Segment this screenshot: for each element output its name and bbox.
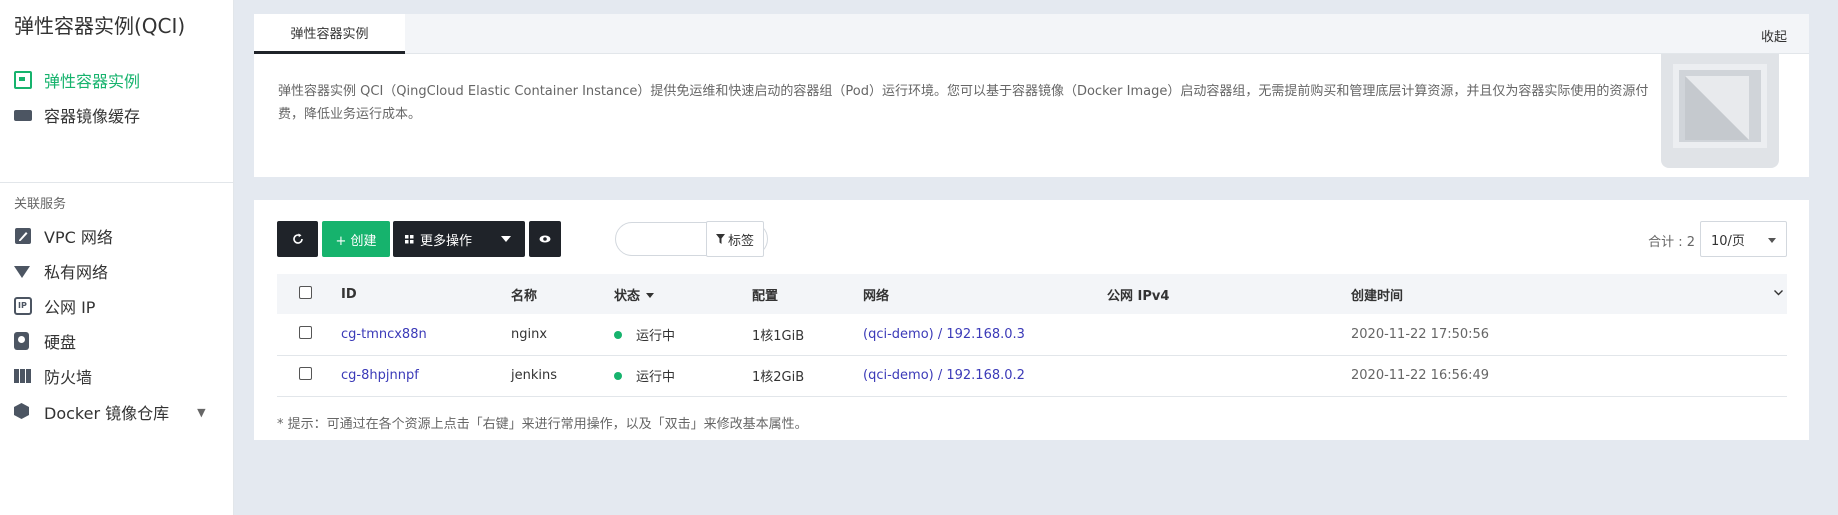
chevron-down-icon <box>501 236 511 242</box>
create-button[interactable]: + 创建 <box>322 221 390 257</box>
sidebar-title: 弹性容器实例(QCI) <box>14 14 186 38</box>
sort-caret-icon[interactable] <box>646 292 655 298</box>
instance-config: 1核1GiB <box>752 328 805 344</box>
related-services-label: 关联服务 <box>14 197 67 212</box>
instance-list-card: + 创建 更多操作 标签 合计 : 2 10/页 ID 名称 状态 配置 网络 … <box>254 200 1809 440</box>
select-all-checkbox[interactable] <box>299 285 312 299</box>
sidebar-item-qci-instances[interactable]: 弹性容器实例 <box>14 67 140 93</box>
column-eip: 公网 IPv4 <box>1107 288 1170 304</box>
sidebar-item-label: Docker 镜像仓库 <box>44 404 170 423</box>
instance-name: jenkins <box>511 368 558 383</box>
table-row[interactable]: cg-tmncx88n nginx 运行中 1核1GiB (qci-demo) … <box>277 314 1787 355</box>
intro-card: 弹性容器实例 收起 弹性容器实例 QCI（QingCloud Elastic C… <box>254 14 1809 177</box>
instance-created: 2020-11-22 16:56:49 <box>1351 368 1490 383</box>
firewall-icon <box>14 367 32 385</box>
more-actions-label: 更多操作 <box>420 233 473 249</box>
instance-eip <box>1107 355 1351 396</box>
tab-qci-instances[interactable]: 弹性容器实例 <box>254 14 405 54</box>
sidebar-item-label: VPC 网络 <box>44 228 113 247</box>
column-created: 创建时间 <box>1351 274 1787 314</box>
status-badge: 运行中 <box>636 328 676 344</box>
sidebar-item-label: 公网 IP <box>44 298 96 317</box>
illustration-graphic <box>1685 76 1749 140</box>
sidebar-item-label: 硬盘 <box>44 333 77 352</box>
network-link[interactable]: (qci-demo) / 192.168.0.2 <box>863 368 1025 383</box>
wifi-icon <box>14 262 32 280</box>
sidebar-item-public-ip[interactable]: IP 公网 IP <box>14 293 95 319</box>
instance-table: ID 名称 状态 配置 网络 公网 IPv4 创建时间 cg-tmncx88n … <box>277 274 1787 397</box>
cache-icon <box>14 106 32 124</box>
instance-id-link[interactable]: cg-8hpjnnpf <box>341 368 419 383</box>
chevron-down-icon <box>1768 238 1776 243</box>
total-count: 合计 : 2 <box>1648 235 1695 250</box>
instance-config: 1核2GiB <box>752 370 805 385</box>
tag-filter-button[interactable]: 标签 <box>706 221 764 257</box>
usage-hint: * 提示：可通过在各个资源上点击「右键」来进行常用操作，以及「双击」来修改基本属… <box>277 417 808 432</box>
sidebar-item-label: 弹性容器实例 <box>44 72 141 91</box>
chevron-down-icon[interactable]: ▼ <box>197 406 205 419</box>
sidebar-item-private-network[interactable]: 私有网络 <box>14 258 108 284</box>
sidebar-item-docker-registry[interactable]: Docker 镜像仓库 ▼ <box>14 399 206 425</box>
tab-strip: 弹性容器实例 收起 <box>254 14 1809 54</box>
instance-name: nginx <box>511 326 548 342</box>
column-network: 网络 <box>863 288 890 304</box>
eye-icon <box>539 235 551 243</box>
instance-id-link[interactable]: cg-tmncx88n <box>341 327 427 342</box>
intro-description: 弹性容器实例 QCI（QingCloud Elastic Container I… <box>278 84 1649 122</box>
column-id: ID <box>341 286 357 302</box>
row-checkbox[interactable] <box>299 325 312 339</box>
tag-filter-label: 标签 <box>727 233 754 249</box>
sidebar-item-firewall[interactable]: 防火墙 <box>14 363 92 389</box>
status-dot <box>614 372 622 380</box>
sidebar-item-disk[interactable]: 硬盘 <box>14 328 76 354</box>
column-name: 名称 <box>511 288 538 304</box>
grid-icon <box>405 234 414 243</box>
status-badge: 运行中 <box>636 370 676 385</box>
more-actions-button[interactable]: 更多操作 <box>393 221 525 257</box>
filter-icon <box>715 234 725 244</box>
cube-icon <box>14 403 32 421</box>
toolbar: + 创建 更多操作 标签 合计 : 2 10/页 <box>277 221 1787 257</box>
column-settings-chevron-icon[interactable] <box>1774 289 1783 296</box>
sidebar-item-vpc[interactable]: VPC 网络 <box>14 223 113 249</box>
toggle-view-button[interactable] <box>529 221 561 257</box>
instance-eip <box>1107 314 1351 355</box>
sidebar-item-label: 防火墙 <box>44 368 93 387</box>
intro-illustration <box>1661 54 1779 168</box>
pencil-icon <box>14 227 32 245</box>
sidebar-item-image-cache[interactable]: 容器镜像缓存 <box>14 102 140 128</box>
row-checkbox[interactable] <box>299 367 312 380</box>
instance-created: 2020-11-22 17:50:56 <box>1351 326 1490 342</box>
table-header-row: ID 名称 状态 配置 网络 公网 IPv4 创建时间 <box>277 274 1787 314</box>
sidebar-divider <box>0 182 234 183</box>
sidebar-item-label: 容器镜像缓存 <box>44 107 141 126</box>
ip-icon: IP <box>14 297 32 315</box>
sidebar-item-label: 私有网络 <box>44 263 109 282</box>
status-dot <box>614 330 622 339</box>
refresh-icon <box>292 233 303 244</box>
image-icon <box>14 71 32 89</box>
network-link[interactable]: (qci-demo) / 192.168.0.3 <box>863 327 1025 342</box>
column-status[interactable]: 状态 <box>614 274 752 314</box>
collapse-link[interactable]: 收起 <box>1761 26 1787 45</box>
sidebar: 弹性容器实例(QCI) 弹性容器实例 容器镜像缓存 关联服务 VPC 网络 私有… <box>0 0 234 515</box>
refresh-button[interactable] <box>277 221 318 257</box>
page-size-select[interactable]: 10/页 <box>1700 221 1787 257</box>
column-config: 配置 <box>752 288 779 304</box>
disk-icon <box>14 332 32 350</box>
page-size-value: 10/页 <box>1711 233 1745 249</box>
table-row[interactable]: cg-8hpjnnpf jenkins 运行中 1核2GiB (qci-demo… <box>277 355 1787 396</box>
